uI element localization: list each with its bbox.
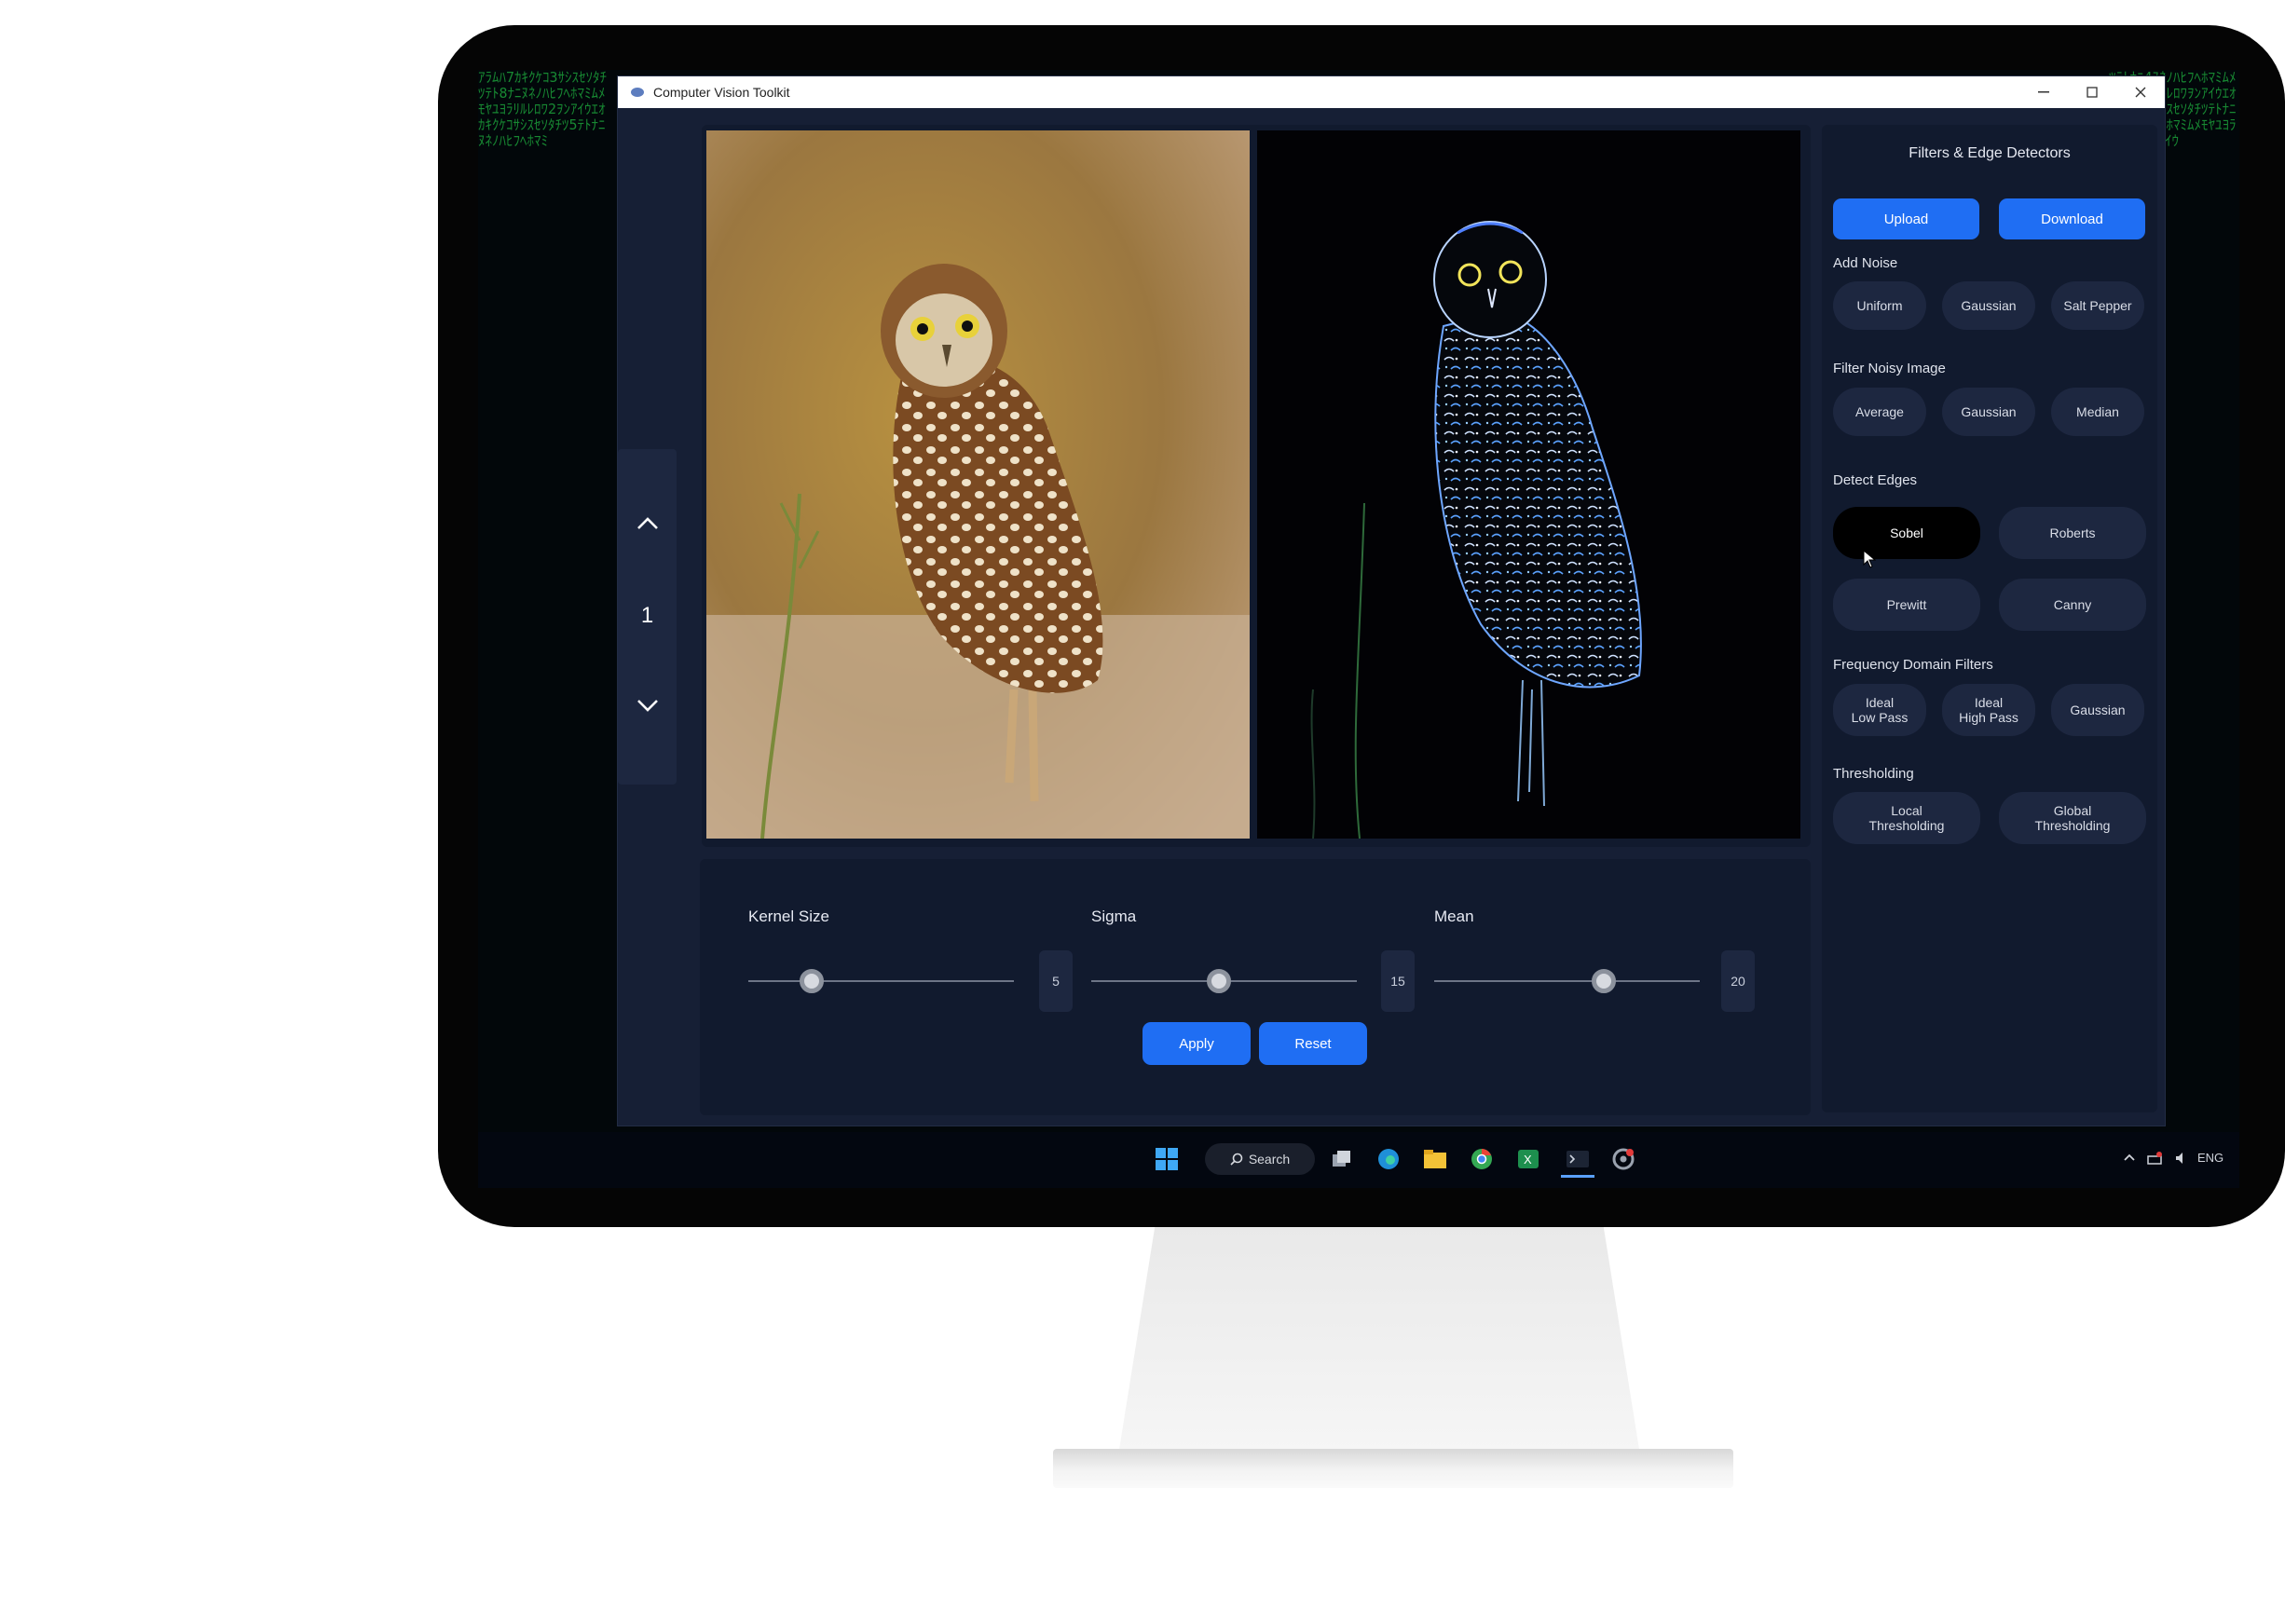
ideal-low-pass-button[interactable]: Ideal Low Pass bbox=[1833, 684, 1926, 736]
file-explorer-icon[interactable] bbox=[1421, 1143, 1449, 1175]
app-eye-icon bbox=[631, 88, 644, 97]
network-icon[interactable] bbox=[2146, 1151, 2163, 1168]
ideal-low-pass-line-1: Ideal bbox=[1865, 695, 1895, 710]
maximize-button[interactable] bbox=[2068, 76, 2116, 108]
chevron-down-icon bbox=[636, 700, 658, 712]
edge-browser-icon[interactable] bbox=[1375, 1143, 1402, 1175]
chrome-icon[interactable] bbox=[1468, 1143, 1496, 1175]
global-thresholding-button[interactable]: Global Thresholding bbox=[1999, 792, 2146, 844]
filter-noisy-image-label: Filter Noisy Image bbox=[1833, 361, 1946, 376]
ideal-low-pass-line-2: Low Pass bbox=[1851, 710, 1909, 725]
processed-image bbox=[1257, 130, 1800, 839]
matrix-rain-left: ｱﾗﾑﾊ7ｶｷｸｹｺ3ｻｼｽｾｿﾀﾁﾂﾃﾄ8ﾅﾆﾇﾈﾉﾊﾋﾌﾍﾎﾏﾐﾑﾒﾓﾔﾕﾖ… bbox=[478, 70, 608, 149]
sigma-value: 15 bbox=[1381, 950, 1415, 1012]
taskbar-search-label: Search bbox=[1248, 1152, 1291, 1167]
sobel-button[interactable]: Sobel bbox=[1833, 507, 1980, 559]
filters-panel: Filters & Edge Detectors Upload Download… bbox=[1822, 125, 2157, 1112]
reset-button[interactable]: Reset bbox=[1259, 1022, 1367, 1065]
ideal-high-pass-line-2: High Pass bbox=[1959, 710, 2018, 725]
local-thresholding-line-2: Thresholding bbox=[1868, 818, 1945, 833]
add-noise-label: Add Noise bbox=[1833, 255, 1898, 271]
kernel-size-slider-track[interactable] bbox=[748, 980, 1014, 982]
mean-slider-track[interactable] bbox=[1434, 980, 1700, 982]
excel-icon[interactable]: X bbox=[1514, 1143, 1542, 1175]
gaussian-frequency-button[interactable]: Gaussian bbox=[2051, 684, 2144, 736]
original-image bbox=[706, 130, 1250, 839]
monitor-stand bbox=[1118, 1227, 1640, 1455]
image-page-number: 1 bbox=[640, 603, 654, 628]
ideal-high-pass-button[interactable]: Ideal High Pass bbox=[1942, 684, 2035, 736]
apply-button[interactable]: Apply bbox=[1142, 1022, 1251, 1065]
gaussian-noise-button[interactable]: Gaussian bbox=[1942, 281, 2035, 330]
thresholding-label: Thresholding bbox=[1833, 766, 1914, 782]
taskbar: Search X ENG bbox=[478, 1132, 2239, 1188]
uniform-noise-button[interactable]: Uniform bbox=[1833, 281, 1926, 330]
kernel-size-value: 5 bbox=[1039, 950, 1073, 1012]
global-thresholding-line-2: Thresholding bbox=[2034, 818, 2111, 833]
sigma-label: Sigma bbox=[1091, 908, 1137, 925]
prewitt-button[interactable]: Prewitt bbox=[1833, 579, 1980, 631]
local-thresholding-line-1: Local bbox=[1891, 803, 1922, 818]
detect-edges-label: Detect Edges bbox=[1833, 472, 1918, 488]
parameter-controls-pane: Kernel Size 5 Sigma 15 Mean 20 Apply Res… bbox=[700, 859, 1811, 1115]
local-thresholding-button[interactable]: Local Thresholding bbox=[1833, 792, 1980, 844]
taskbar-search[interactable]: Search bbox=[1205, 1143, 1315, 1175]
sigma-slider-thumb[interactable] bbox=[1206, 969, 1231, 993]
close-button[interactable] bbox=[2116, 76, 2165, 108]
settings-icon[interactable] bbox=[1609, 1143, 1637, 1175]
window-title: Computer Vision Toolkit bbox=[653, 85, 790, 100]
previous-image-button[interactable] bbox=[618, 496, 677, 552]
svg-text:X: X bbox=[1524, 1153, 1532, 1167]
monitor-base bbox=[1053, 1449, 1733, 1488]
gaussian-filter-button[interactable]: Gaussian bbox=[1942, 388, 2035, 436]
title-bar: Computer Vision Toolkit bbox=[618, 76, 2165, 108]
terminal-icon[interactable] bbox=[1561, 1143, 1594, 1178]
image-navigator: 1 bbox=[618, 449, 677, 785]
tray-chevron-icon[interactable] bbox=[2123, 1151, 2136, 1165]
upload-button[interactable]: Upload bbox=[1833, 198, 1979, 239]
canny-button[interactable]: Canny bbox=[1999, 579, 2146, 631]
mouse-cursor-icon bbox=[1863, 549, 1877, 573]
chevron-up-icon bbox=[636, 517, 658, 529]
app-window: Computer Vision Toolkit 1 Kernel Size 5 … bbox=[617, 75, 2166, 1126]
panel-title: Filters & Edge Detectors bbox=[1909, 145, 2071, 161]
frequency-domain-filters-label: Frequency Domain Filters bbox=[1833, 657, 1993, 673]
average-filter-button[interactable]: Average bbox=[1833, 388, 1926, 436]
roberts-button[interactable]: Roberts bbox=[1999, 507, 2146, 559]
kernel-size-label: Kernel Size bbox=[748, 908, 829, 925]
windows-start-icon[interactable] bbox=[1151, 1143, 1183, 1175]
global-thresholding-line-1: Global bbox=[2053, 803, 2092, 818]
mean-label: Mean bbox=[1434, 908, 1474, 925]
download-button[interactable]: Download bbox=[1999, 198, 2145, 239]
next-image-button[interactable] bbox=[618, 677, 677, 733]
kernel-size-slider-thumb[interactable] bbox=[800, 969, 825, 993]
median-filter-button[interactable]: Median bbox=[2051, 388, 2144, 436]
mean-value: 20 bbox=[1721, 950, 1755, 1012]
volume-icon[interactable] bbox=[2174, 1151, 2189, 1168]
minimize-button[interactable] bbox=[2019, 76, 2068, 108]
task-view-icon[interactable] bbox=[1328, 1143, 1356, 1175]
language-indicator[interactable]: ENG bbox=[2197, 1151, 2223, 1165]
ideal-high-pass-line-1: Ideal bbox=[1974, 695, 2004, 710]
mean-slider-thumb[interactable] bbox=[1592, 969, 1617, 993]
salt-pepper-noise-button[interactable]: Salt Pepper bbox=[2051, 281, 2144, 330]
search-icon bbox=[1230, 1153, 1243, 1166]
